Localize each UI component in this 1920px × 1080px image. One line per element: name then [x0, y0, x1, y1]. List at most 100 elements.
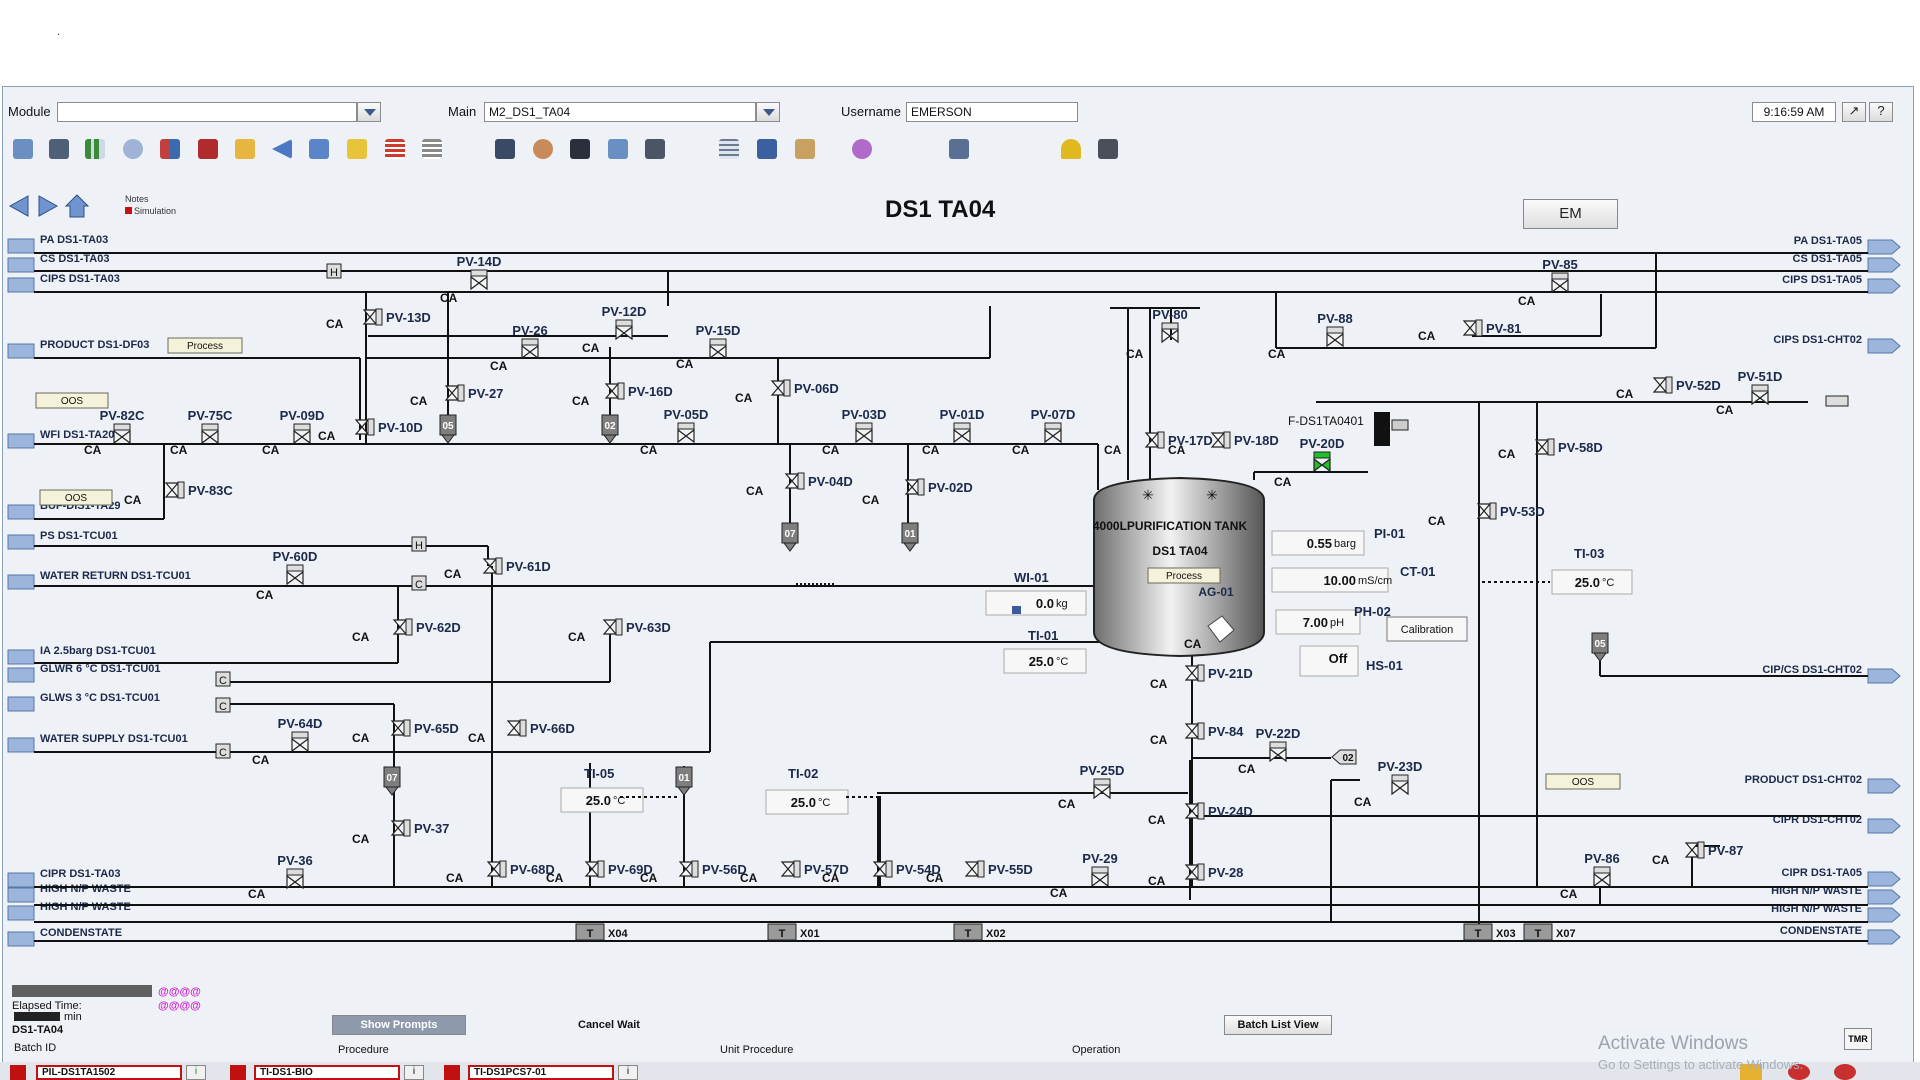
line-arrow-left[interactable]	[7, 696, 35, 712]
valve-icon[interactable]	[784, 473, 800, 489]
valve-icon[interactable]	[392, 619, 408, 635]
valve-icon[interactable]	[678, 861, 694, 877]
ca-label: CA	[1148, 874, 1166, 888]
line-arrow-left[interactable]	[7, 343, 35, 359]
line-arrow-right[interactable]	[1867, 818, 1901, 834]
valve-icon[interactable]	[1652, 377, 1668, 393]
line-arrow-left[interactable]	[7, 433, 35, 449]
line-arrow-right[interactable]	[1867, 871, 1901, 887]
valve-icon[interactable]	[1091, 872, 1109, 888]
line-arrow-right[interactable]	[1867, 668, 1901, 684]
alarm-item-2[interactable]: TI-DS1-BIO	[254, 1065, 400, 1080]
valve-icon[interactable]	[506, 720, 522, 736]
cancel-wait-button[interactable]: Cancel Wait	[578, 1019, 640, 1031]
valve-icon[interactable]	[1093, 784, 1111, 800]
valve-icon[interactable]	[677, 428, 695, 444]
valve-icon[interactable]	[855, 428, 873, 444]
trap-tag: X03	[1496, 928, 1516, 940]
alarm-horn-icon-1[interactable]	[10, 1065, 26, 1080]
valve-icon[interactable]	[1593, 872, 1611, 888]
valve-icon[interactable]	[486, 861, 502, 877]
ca-label: CA	[582, 341, 600, 355]
line-arrow-right[interactable]	[1867, 778, 1901, 794]
alarm-info-icon-1[interactable]: i	[186, 1065, 206, 1080]
line-arrow-left[interactable]	[7, 277, 35, 293]
line-arrow-right[interactable]	[1867, 338, 1901, 354]
valve-icon[interactable]	[1184, 665, 1200, 681]
line-arrow-left[interactable]	[7, 649, 35, 665]
valve-icon[interactable]	[1184, 803, 1200, 819]
valve-icon[interactable]	[482, 558, 498, 574]
valve-tag: PV-85	[1542, 257, 1577, 272]
line-arrow-left[interactable]	[7, 872, 35, 888]
valve-icon[interactable]	[201, 429, 219, 445]
valve-icon[interactable]	[602, 619, 618, 635]
tmr-button[interactable]: TMR	[1844, 1028, 1872, 1050]
alarm-horn-icon-3[interactable]	[444, 1065, 460, 1080]
valve-tag: PV-13D	[386, 310, 431, 325]
valve-icon[interactable]	[604, 383, 620, 399]
valve-actuator	[617, 382, 625, 400]
line-arrow-left[interactable]	[7, 887, 35, 903]
valve-icon[interactable]	[1313, 457, 1331, 473]
valve-icon[interactable]	[1462, 320, 1478, 336]
show-prompts-button[interactable]: Show Prompts	[332, 1015, 466, 1035]
valve-icon[interactable]	[1684, 842, 1700, 858]
line-arrow-left[interactable]	[7, 905, 35, 921]
valve-icon[interactable]	[293, 429, 311, 445]
alarm-info-icon-3[interactable]: i	[618, 1065, 638, 1080]
alarm-item-1[interactable]: PIL-DS1TA1502	[36, 1065, 182, 1080]
line-arrow-left[interactable]	[7, 504, 35, 520]
valve-icon[interactable]	[1326, 332, 1344, 348]
line-arrow-left[interactable]	[7, 257, 35, 273]
ca-label: CA	[1616, 387, 1634, 401]
purification-tank[interactable]	[1093, 476, 1265, 658]
line-arrow-right[interactable]	[1867, 239, 1901, 255]
line-arrow-left[interactable]	[7, 667, 35, 683]
valve-icon[interactable]	[1144, 432, 1160, 448]
line-arrow-left[interactable]	[7, 238, 35, 254]
line-arrow-right[interactable]	[1867, 278, 1901, 294]
valve-icon[interactable]	[113, 429, 131, 445]
line-arrow-left[interactable]	[7, 737, 35, 753]
valve-icon[interactable]	[470, 275, 488, 291]
line-arrow-right[interactable]	[1867, 257, 1901, 273]
batch-list-view-button[interactable]: Batch List View	[1224, 1015, 1332, 1035]
valve-icon[interactable]	[964, 861, 980, 877]
valve-icon[interactable]	[1551, 278, 1569, 294]
line-arrow-right[interactable]	[1867, 889, 1901, 905]
line-arrow-right[interactable]	[1867, 929, 1901, 945]
acknowledge-icon[interactable]	[1834, 1064, 1856, 1080]
valve-icon[interactable]	[584, 861, 600, 877]
line-arrow-left[interactable]	[7, 574, 35, 590]
ca-label: CA	[572, 394, 590, 408]
valve-tag: PV-28	[1208, 865, 1243, 880]
valve-icon[interactable]	[286, 570, 304, 586]
line-arrow-right[interactable]	[1867, 907, 1901, 923]
valve-icon[interactable]	[770, 380, 786, 396]
valve-icon[interactable]	[872, 861, 888, 877]
alarm-info-icon-2[interactable]: i	[404, 1065, 424, 1080]
valve-icon[interactable]	[1391, 780, 1409, 796]
valve-icon[interactable]	[953, 428, 971, 444]
valve-icon[interactable]	[1044, 428, 1062, 444]
ca-label: CA	[640, 443, 658, 457]
activate-windows-watermark: Activate Windows	[1598, 1033, 1748, 1054]
valve-icon[interactable]	[1210, 432, 1226, 448]
valve-icon[interactable]	[521, 344, 539, 360]
alarm-item-3[interactable]: TI-DS1PCS7-01	[468, 1065, 614, 1080]
ca-label: CA	[640, 871, 658, 885]
valve-icon[interactable]	[291, 737, 309, 753]
line-arrow-left[interactable]	[7, 534, 35, 550]
valve-icon[interactable]	[1184, 864, 1200, 880]
alarm-horn-icon-2[interactable]	[230, 1065, 246, 1080]
line-arrow-left[interactable]	[7, 931, 35, 947]
ca-label: CA	[568, 630, 586, 644]
valve-icon[interactable]	[1269, 747, 1287, 763]
valve-icon[interactable]	[709, 344, 727, 360]
c-box-label: C	[415, 579, 423, 591]
valve-icon[interactable]	[615, 325, 633, 341]
valve-icon[interactable]	[1184, 723, 1200, 739]
valve-icon[interactable]	[780, 861, 796, 877]
valve-icon[interactable]	[164, 482, 180, 498]
